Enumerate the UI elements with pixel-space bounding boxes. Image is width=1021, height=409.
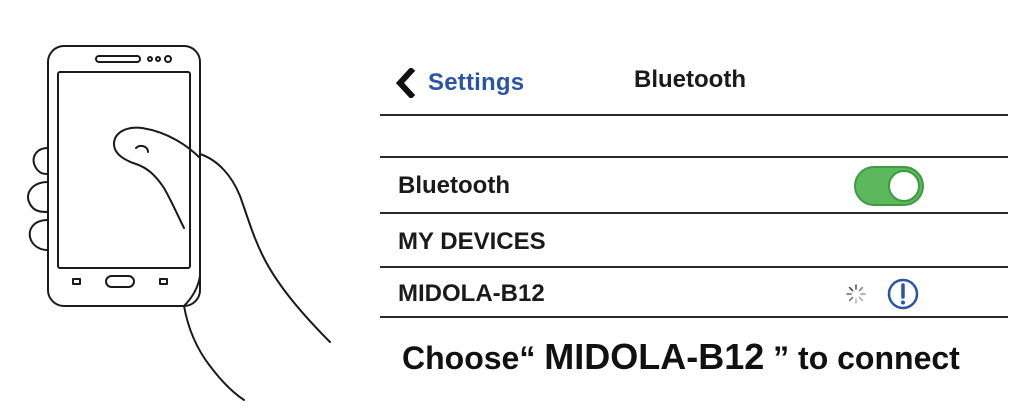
back-button[interactable]: Settings xyxy=(394,66,524,100)
divider xyxy=(380,266,1008,268)
back-button-label: Settings xyxy=(428,69,525,96)
phone-in-hand-illustration xyxy=(27,45,331,401)
divider xyxy=(380,156,1008,158)
instruction-device-name: MIDOLA-B12 xyxy=(544,336,765,377)
connect-instruction: Choose“ MIDOLA-B12 ” to connect xyxy=(402,336,960,378)
info-icon[interactable] xyxy=(886,277,920,311)
toggle-knob xyxy=(888,170,920,202)
instruction-suffix: ” to connect xyxy=(764,340,960,376)
divider xyxy=(380,114,1008,116)
spinner-icon xyxy=(846,284,866,304)
instruction-prefix: Choose“ xyxy=(402,340,545,376)
divider xyxy=(380,212,1008,214)
chevron-left-icon xyxy=(395,68,416,98)
bluetooth-settings-panel: Settings Bluetooth Bluetooth MY DEVICES … xyxy=(380,0,1010,409)
page-title: Bluetooth xyxy=(634,66,746,93)
bluetooth-row-label: Bluetooth xyxy=(398,172,510,199)
bluetooth-toggle[interactable] xyxy=(854,166,924,206)
my-devices-header: MY DEVICES xyxy=(398,228,546,255)
device-row-midola-b12[interactable]: MIDOLA-B12 xyxy=(398,280,545,308)
divider xyxy=(380,316,1008,318)
